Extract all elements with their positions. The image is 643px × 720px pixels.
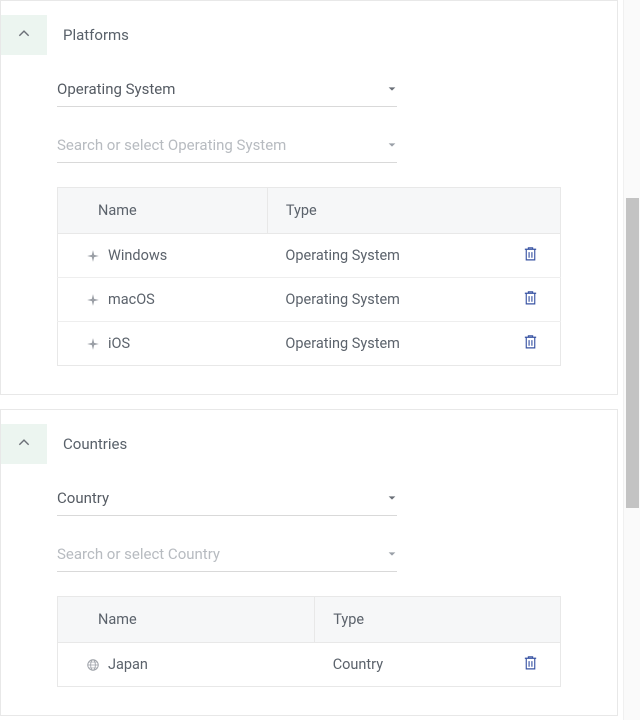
sparkle-icon xyxy=(86,337,100,351)
globe-icon xyxy=(86,658,100,672)
scrollbar[interactable] xyxy=(623,0,640,720)
column-header-name: Name xyxy=(58,597,315,643)
type-select-label: Country xyxy=(57,489,109,507)
table-row: Japan Country xyxy=(58,643,561,687)
panel-platforms: Platforms Operating System Search or sel… xyxy=(0,0,618,395)
collapse-toggle[interactable] xyxy=(1,424,47,464)
type-select[interactable]: Operating System xyxy=(57,69,397,107)
collapse-toggle[interactable] xyxy=(1,15,47,55)
chevron-up-icon xyxy=(17,435,31,454)
table-row: macOS Operating System xyxy=(58,278,561,322)
column-header-name: Name xyxy=(58,188,268,234)
caret-down-icon xyxy=(387,488,397,507)
delete-button[interactable] xyxy=(522,289,539,310)
search-select[interactable]: Search or select Country xyxy=(57,534,397,572)
delete-button[interactable] xyxy=(522,654,539,675)
panel-countries: Countries Country Search or select Count… xyxy=(0,409,618,716)
sparkle-icon xyxy=(86,293,100,307)
panel-header: Countries xyxy=(1,410,617,478)
chevron-up-icon xyxy=(17,26,31,45)
panel-header: Platforms xyxy=(1,1,617,69)
delete-button[interactable] xyxy=(522,333,539,354)
panel-title: Countries xyxy=(63,435,127,453)
row-type: Operating System xyxy=(267,278,516,322)
row-name: macOS xyxy=(108,291,155,308)
caret-down-icon xyxy=(387,135,397,154)
trash-icon xyxy=(522,245,539,266)
column-header-type: Type xyxy=(267,188,560,234)
scrollbar-thumb[interactable] xyxy=(626,198,639,508)
row-type: Country xyxy=(315,643,517,687)
row-type: Operating System xyxy=(267,234,516,278)
table-row: iOS Operating System xyxy=(58,322,561,366)
row-type: Operating System xyxy=(267,322,516,366)
search-select-placeholder: Search or select Country xyxy=(57,545,220,563)
row-name: Japan xyxy=(108,656,148,673)
row-name: Windows xyxy=(108,247,167,264)
type-select[interactable]: Country xyxy=(57,478,397,516)
trash-icon xyxy=(522,654,539,675)
trash-icon xyxy=(522,333,539,354)
sparkle-icon xyxy=(86,249,100,263)
delete-button[interactable] xyxy=(522,245,539,266)
platforms-table: Name Type Windows Operating System xyxy=(57,187,561,366)
panel-title: Platforms xyxy=(63,26,129,44)
type-select-label: Operating System xyxy=(57,80,175,98)
trash-icon xyxy=(522,289,539,310)
table-row: Windows Operating System xyxy=(58,234,561,278)
search-select[interactable]: Search or select Operating System xyxy=(57,125,397,163)
caret-down-icon xyxy=(387,79,397,98)
countries-table: Name Type Japan Country xyxy=(57,596,561,687)
column-header-type: Type xyxy=(315,597,561,643)
search-select-placeholder: Search or select Operating System xyxy=(57,136,286,154)
row-name: iOS xyxy=(108,335,130,352)
caret-down-icon xyxy=(387,544,397,563)
